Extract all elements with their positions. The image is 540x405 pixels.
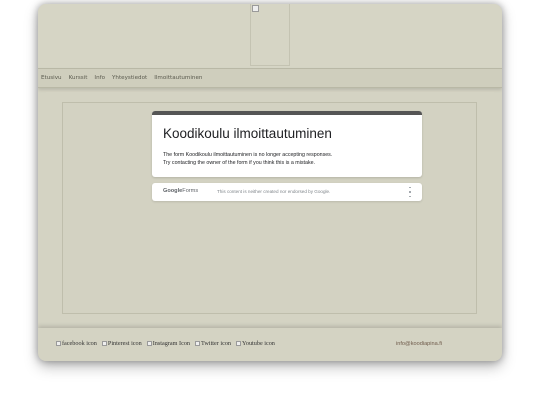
contact-email-link[interactable]: info@koodiapina.fi <box>396 341 442 347</box>
nav-item-yhteystiedot[interactable]: Yhteystiedot <box>112 75 147 81</box>
instagram-icon <box>146 341 152 346</box>
pinterest-icon <box>101 341 107 346</box>
youtube-link[interactable]: Youtube icon <box>236 340 275 347</box>
pinterest-link[interactable]: Pinterest icon <box>101 340 142 347</box>
nav-item-etusivu[interactable]: Etusivu <box>41 75 62 81</box>
site-header <box>38 4 502 68</box>
twitter-icon <box>195 341 201 346</box>
forms-brand-text: Forms <box>182 188 199 194</box>
site-footer: facebook icon Pinterest icon Instagram I… <box>38 328 502 361</box>
nav-item-ilmoittautuminen[interactable]: Ilmoittautuminen <box>154 75 202 81</box>
nav-item-info[interactable]: Info <box>94 75 105 81</box>
kebab-menu-icon[interactable] <box>407 187 413 197</box>
twitter-alt-text: Twitter icon <box>201 340 232 347</box>
form-title: Koodikoulu ilmoittautuminen <box>163 126 332 141</box>
google-brand-text: Google <box>163 188 183 194</box>
form-accent-bar <box>152 111 422 115</box>
facebook-icon <box>56 341 61 346</box>
embedded-form-frame: Koodikoulu ilmoittautuminen The form Koo… <box>62 102 477 314</box>
form-closed-message-line1: The form Koodikoulu ilmoittautuminen is … <box>163 152 333 158</box>
site-container: Etusivu Kurssit Info Yhteystiedot Ilmoit… <box>38 4 502 361</box>
twitter-link[interactable]: Twitter icon <box>195 340 231 347</box>
instagram-alt-text: Instagram Icon <box>152 340 191 347</box>
facebook-link[interactable]: facebook icon <box>56 340 97 347</box>
google-disclaimer: This content is neither created nor endo… <box>217 189 331 194</box>
main-navigation: Etusivu Kurssit Info Yhteystiedot Ilmoit… <box>38 68 502 88</box>
facebook-alt-text: facebook icon <box>62 340 97 347</box>
form-closed-card: Koodikoulu ilmoittautuminen The form Koo… <box>152 111 422 177</box>
google-forms-footer: GoogleForms This content is neither crea… <box>152 183 422 201</box>
youtube-alt-text: Youtube icon <box>242 340 275 347</box>
social-links: facebook icon Pinterest icon Instagram I… <box>56 340 280 347</box>
form-closed-message-line2: Try contacting the owner of the form if … <box>163 160 316 166</box>
nav-item-kurssit[interactable]: Kurssit <box>69 75 88 81</box>
instagram-link[interactable]: Instagram Icon <box>146 340 191 347</box>
youtube-icon <box>236 341 242 346</box>
google-forms-logo[interactable]: GoogleForms <box>163 188 198 194</box>
site-logo[interactable] <box>250 4 290 66</box>
main-content: Koodikoulu ilmoittautuminen The form Koo… <box>46 92 494 328</box>
form-closed-message: The form Koodikoulu ilmoittautuminen is … <box>163 151 332 167</box>
broken-image-icon <box>252 5 259 12</box>
pinterest-alt-text: Pinterest icon <box>107 340 142 347</box>
